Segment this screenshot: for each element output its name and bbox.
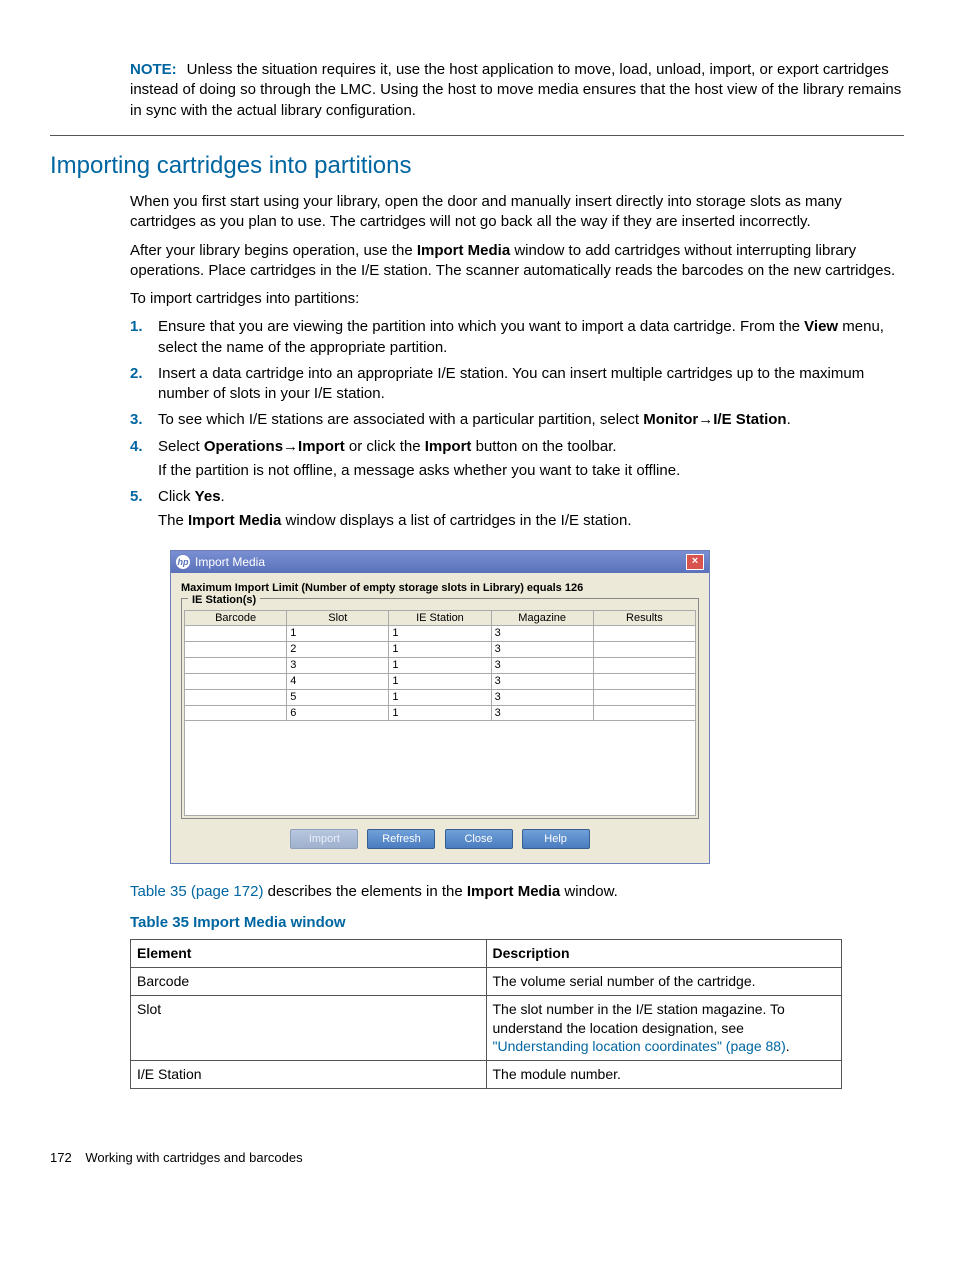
chapter-title: Working with cartridges and barcodes — [85, 1150, 302, 1165]
step-4: Select Operations→Import or click the Im… — [130, 437, 904, 482]
step-5: Click Yes. The Import Media window displ… — [130, 487, 904, 532]
intro-paragraph-3: To import cartridges into partitions: — [130, 289, 904, 309]
page-footer: 172 Working with cartridges and barcodes — [50, 1149, 904, 1167]
step-4-body: If the partition is not offline, a messa… — [158, 461, 904, 481]
table-row: I/E Station The module number. — [131, 1061, 842, 1089]
step-1: Ensure that you are viewing the partitio… — [130, 317, 904, 358]
note-label: NOTE: — [130, 61, 177, 78]
help-button[interactable]: Help — [522, 829, 590, 849]
col-slot[interactable]: Slot — [287, 610, 389, 626]
col-ie-station[interactable]: IE Station — [389, 610, 491, 626]
intro-paragraph-1: When you first start using your library,… — [130, 192, 904, 233]
table-35: Element Description Barcode The volume s… — [130, 939, 842, 1089]
table-empty-area — [184, 721, 696, 816]
intro-paragraph-2: After your library begins operation, use… — [130, 241, 904, 282]
import-media-dialog: hp Import Media × Maximum Import Limit (… — [170, 550, 710, 865]
desc-head-element: Element — [131, 939, 487, 967]
table-row: Slot The slot number in the I/E station … — [131, 995, 842, 1061]
table-35-link[interactable]: Table 35 (page 172) — [130, 883, 263, 900]
col-barcode[interactable]: Barcode — [185, 610, 287, 626]
dialog-button-row: Import Refresh Close Help — [181, 819, 699, 853]
table-row[interactable]: 413 — [185, 673, 696, 689]
table-row: Barcode The volume serial number of the … — [131, 967, 842, 995]
desc-head-description: Description — [486, 939, 842, 967]
table-row[interactable]: 113 — [185, 626, 696, 642]
step-3: To see which I/E stations are associated… — [130, 410, 904, 430]
table-row[interactable]: 313 — [185, 658, 696, 674]
table-row[interactable]: 613 — [185, 705, 696, 721]
table-35-caption: Table 35 Import Media window — [130, 913, 904, 933]
col-results[interactable]: Results — [593, 610, 695, 626]
hp-logo-icon: hp — [176, 555, 190, 569]
ie-station-table: Barcode Slot IE Station Magazine Results… — [184, 610, 696, 722]
step-5-body: The Import Media window displays a list … — [158, 511, 904, 531]
section-heading: Importing cartridges into partitions — [50, 150, 904, 182]
fieldset-legend: IE Station(s) — [188, 593, 260, 608]
dialog-titlebar[interactable]: hp Import Media × — [171, 551, 709, 573]
dialog-title: Import Media — [195, 554, 265, 570]
close-button[interactable]: Close — [445, 829, 513, 849]
table-row[interactable]: 213 — [185, 642, 696, 658]
step-2: Insert a data cartridge into an appropri… — [130, 364, 904, 405]
note-text: Unless the situation requires it, use th… — [130, 61, 901, 119]
steps-list: Ensure that you are viewing the partitio… — [130, 317, 904, 531]
understanding-coords-link[interactable]: "Understanding location coordinates" (pa… — [493, 1038, 786, 1054]
import-button[interactable]: Import — [290, 829, 358, 849]
ie-station-fieldset: IE Station(s) Barcode Slot IE Station Ma… — [181, 598, 699, 820]
note-block: NOTE:Unless the situation requires it, u… — [50, 60, 904, 136]
close-icon[interactable]: × — [686, 554, 704, 570]
col-magazine[interactable]: Magazine — [491, 610, 593, 626]
post-dialog-paragraph: Table 35 (page 172) describes the elemen… — [130, 882, 904, 902]
refresh-button[interactable]: Refresh — [367, 829, 435, 849]
table-row[interactable]: 513 — [185, 689, 696, 705]
page-number: 172 — [50, 1150, 72, 1165]
